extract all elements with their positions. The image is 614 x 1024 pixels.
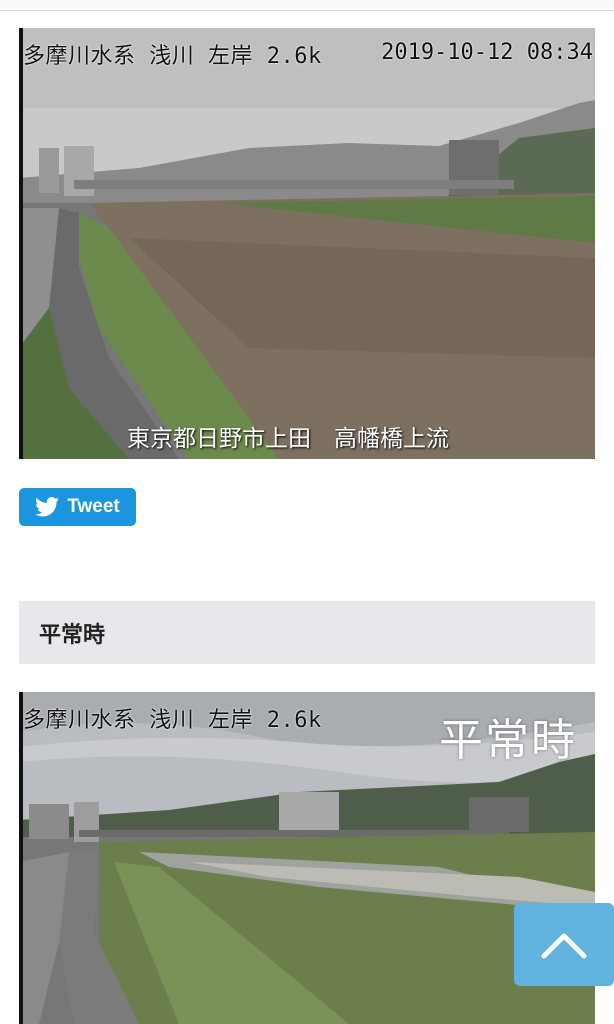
flood-camera-scene — [19, 28, 595, 459]
camera-location-label: 多摩川水系 浅川 左岸 2.6k — [23, 44, 322, 69]
flood-camera-image: 多摩川水系 浅川 左岸 2.6k 2019-10-12 08:34 東京都日野市… — [19, 28, 595, 459]
chevron-up-icon — [541, 933, 587, 958]
normal-condition-overlay: 平常時 — [439, 715, 577, 766]
normal-camera-image: 多摩川水系 浅川 左岸 2.6k 平常時 — [19, 692, 595, 1024]
top-bar — [0, 0, 614, 11]
twitter-bird-icon — [35, 497, 60, 517]
section-heading: 平常時 — [19, 601, 595, 664]
camera-timestamp: 2019-10-12 08:34 — [381, 40, 593, 65]
back-to-top-button[interactable] — [514, 903, 614, 986]
camera-caption: 東京都日野市上田 高幡橋上流 — [127, 426, 449, 452]
tweet-button[interactable]: Tweet — [19, 488, 136, 526]
tweet-label: Tweet — [67, 496, 120, 517]
section-title: 平常時 — [39, 621, 106, 648]
camera-location-label: 多摩川水系 浅川 左岸 2.6k — [23, 708, 322, 733]
